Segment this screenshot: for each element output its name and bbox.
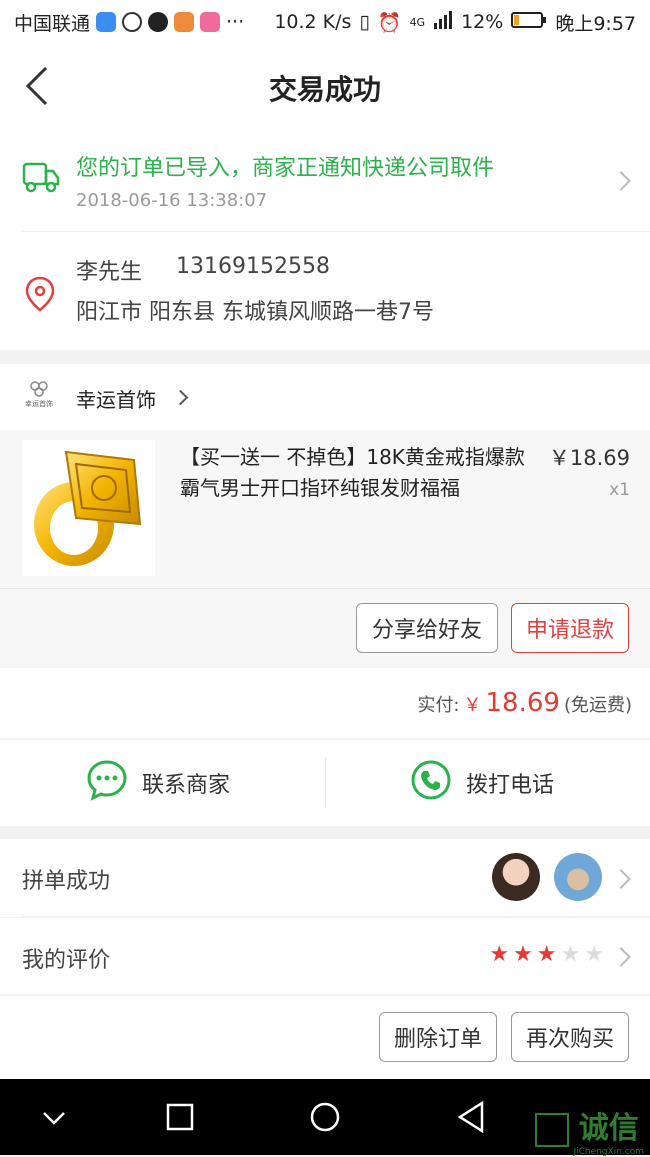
watermark-logo-icon — [535, 1113, 570, 1147]
total-row: 实付: ￥ 18.69 (免运费) — [0, 668, 650, 738]
divider — [22, 916, 650, 917]
delete-order-button[interactable]: 删除订单 — [379, 1012, 497, 1062]
refund-button[interactable]: 申请退款 — [511, 603, 629, 653]
square-icon — [166, 1103, 194, 1131]
logistics-row[interactable]: 您的订单已导入，商家正通知快递公司取件 2018-06-16 13:38:07 — [0, 128, 650, 232]
logistics-message: 您的订单已导入，商家正通知快递公司取件 — [76, 156, 495, 181]
location-pin-icon — [24, 276, 56, 316]
carrier-label: 中国联通 — [14, 12, 91, 35]
star-icon: ★ — [489, 942, 510, 967]
shop-name: 幸运首饰 — [76, 388, 156, 412]
contact-bar: 联系商家 拨打电话 — [0, 739, 650, 826]
app-notification-icon — [96, 12, 117, 32]
item-actions: 分享给好友 申请退款 — [0, 588, 650, 669]
recents-button[interactable] — [166, 1099, 194, 1139]
chevron-right-icon — [611, 869, 631, 889]
review-label: 我的评价 — [22, 948, 111, 973]
chat-bubble-icon — [86, 759, 128, 807]
page-title: 交易成功 — [268, 73, 381, 106]
star-icon: ★ — [536, 942, 557, 967]
avatar — [554, 853, 602, 901]
circle-icon — [310, 1102, 340, 1132]
product-price: ￥18.69 — [548, 446, 630, 470]
product-title: 【买一送一 不掉色】18K黄金戒指爆款霸气男士开口指环纯银发财福福 — [180, 445, 525, 500]
video-app-icon — [174, 12, 195, 32]
product-quantity: x1 — [609, 480, 630, 500]
star-icon: ★ — [584, 942, 604, 967]
star-icon: ★ — [513, 942, 533, 967]
product-image — [22, 440, 155, 576]
battery-icon — [511, 11, 547, 34]
phone-icon — [410, 759, 452, 807]
signal-icon — [433, 10, 453, 34]
tiktok-icon — [148, 12, 169, 32]
network-speed: 10.2 K/s — [274, 11, 352, 33]
call-phone-label: 拨打电话 — [466, 773, 555, 798]
chevron-down-icon — [43, 1112, 65, 1125]
vibrate-icon: ▯ — [359, 11, 370, 33]
total-label: 实付: — [417, 695, 460, 716]
watermark-url: JiChengXin.com — [573, 1147, 644, 1157]
group-buy-row[interactable]: 拼单成功 — [0, 839, 650, 917]
avatar — [492, 853, 540, 901]
network-type: 4G — [409, 15, 426, 29]
recipient-phone: 13169152558 — [176, 254, 330, 279]
address-row: 李先生 13169152558 阳江市 阳东县 东城镇风顺路一巷7号 — [0, 232, 650, 350]
triangle-back-icon — [457, 1100, 484, 1134]
rating-stars: ★ ★ ★ ★ ★ — [489, 944, 604, 966]
system-navigation-bar: 诚信 JiChengXin.com — [0, 1079, 650, 1157]
total-amount: 18.69 — [485, 688, 560, 718]
more-notifications-icon: ··· — [226, 11, 245, 33]
nav-bar: 交易成功 — [0, 44, 650, 128]
clover-icon — [30, 381, 48, 397]
wechat-icon — [122, 12, 143, 32]
shop-row[interactable]: 幸运首饰 幸运首饰 — [0, 364, 650, 430]
review-row[interactable]: 我的评价 ★ ★ ★ ★ ★ — [0, 918, 650, 994]
chevron-right-icon — [172, 389, 189, 406]
divider — [325, 758, 326, 808]
contact-merchant-label: 联系商家 — [142, 773, 231, 798]
shipping-note: (免运费) — [563, 695, 632, 716]
back-nav-button[interactable] — [456, 1099, 486, 1139]
star-icon: ★ — [560, 942, 581, 967]
battery-percent: 12% — [461, 11, 504, 33]
recipient-address: 阳江市 阳东县 东城镇风顺路一巷7号 — [76, 300, 434, 325]
watermark-text: 诚信 — [578, 1111, 639, 1146]
logistics-time: 2018-06-16 13:38:07 — [76, 190, 268, 211]
shop-logo: 幸运首饰 — [22, 380, 56, 414]
hide-keyboard-button[interactable] — [40, 1099, 68, 1139]
chevron-right-icon — [611, 171, 631, 191]
truck-icon — [22, 160, 60, 198]
call-phone-button[interactable]: 拨打电话 — [410, 740, 554, 826]
total-currency: ￥ — [463, 695, 482, 716]
product-item[interactable]: 【买一送一 不掉色】18K黄金戒指爆款霸气男士开口指环纯银发财福福 ￥18.69… — [0, 430, 650, 588]
clock: 晚上9:57 — [555, 12, 636, 35]
chat-app-icon — [200, 12, 221, 32]
group-buy-label: 拼单成功 — [22, 869, 111, 894]
watermark: 诚信 JiChengXin.com — [535, 1103, 644, 1157]
contact-merchant-button[interactable]: 联系商家 — [86, 740, 230, 826]
shop-logo-text: 幸运首饰 — [25, 400, 53, 408]
alarm-icon: ⏰ — [377, 11, 402, 34]
rebuy-button[interactable]: 再次购买 — [511, 1012, 629, 1062]
share-button[interactable]: 分享给好友 — [356, 603, 498, 653]
home-button[interactable] — [309, 1099, 341, 1139]
chevron-right-icon — [611, 947, 631, 967]
order-actions: 删除订单 再次购买 — [0, 995, 650, 1080]
recipient-name: 李先生 — [76, 260, 143, 285]
status-bar: 中国联通 ··· 10.2 K/s ▯ ⏰ 4G 12% 晚上9:57 — [0, 0, 650, 44]
